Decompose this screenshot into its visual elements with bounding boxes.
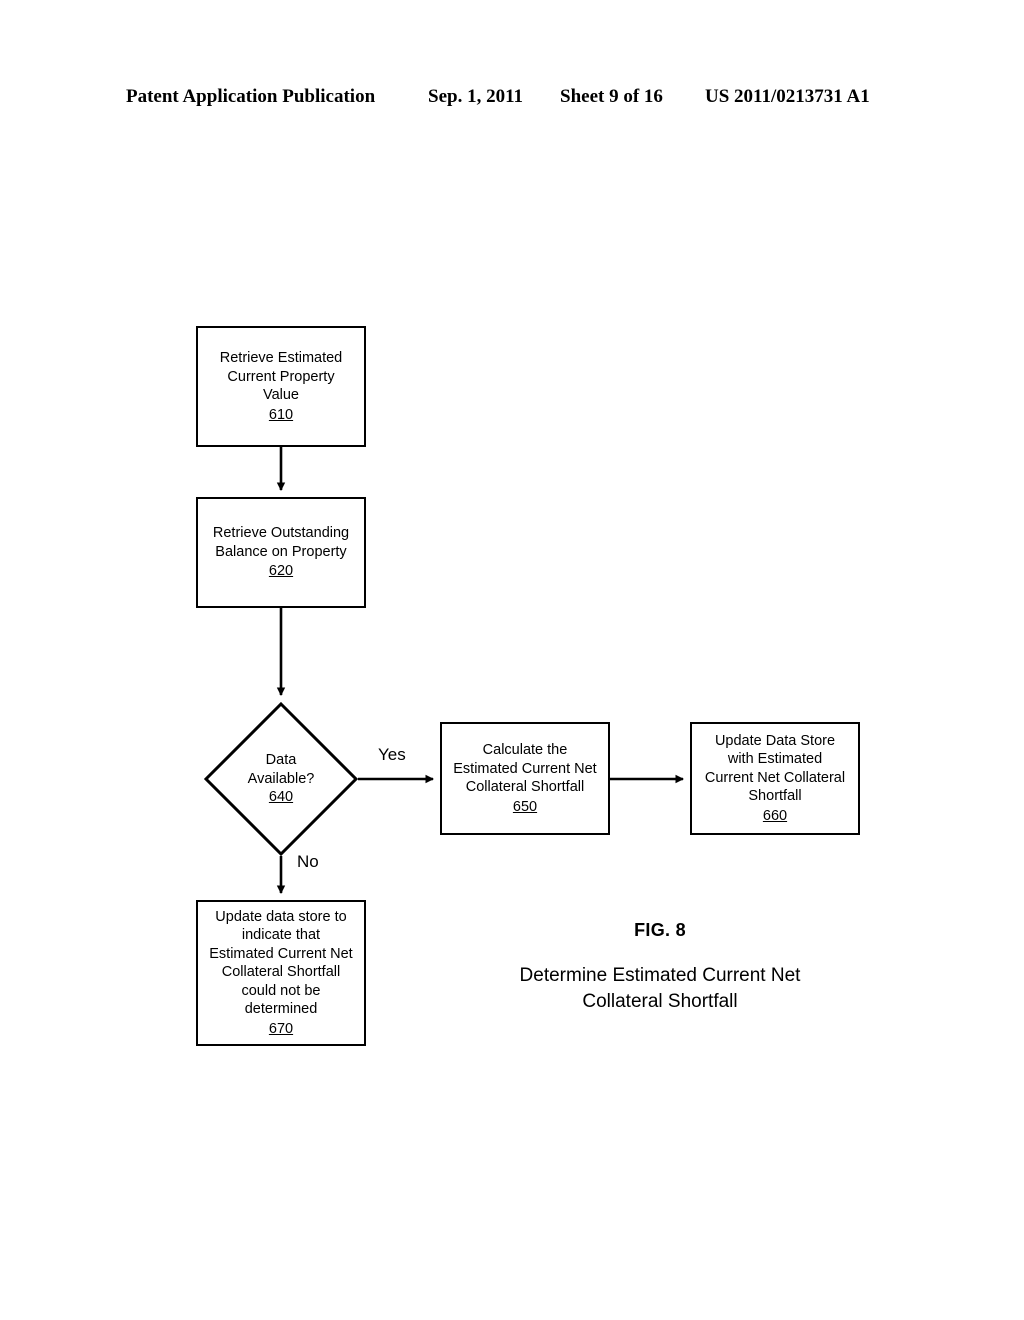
figure-number: FIG. 8	[634, 920, 686, 940]
flow-node-660-line3: Current Net Collateral	[704, 769, 846, 786]
flow-node-670[interactable]: Update data store to indicate that Estim…	[196, 900, 366, 1046]
flow-node-660-ref: 660	[762, 807, 788, 824]
flow-node-620-line2: Balance on Property	[215, 543, 347, 560]
flow-node-620-ref: 620	[268, 563, 294, 580]
flow-node-650-line3: Collateral Shortfall	[465, 779, 585, 795]
flowchart-connectors	[276, 447, 684, 894]
flow-node-670-line4: Collateral Shortfall	[221, 964, 341, 981]
flow-node-670-line5: could not be	[241, 982, 321, 999]
flow-node-660-line2: with Estimated	[727, 751, 823, 768]
flow-node-650-line2: Estimated Current Net	[453, 760, 597, 777]
flow-node-610[interactable]: Retrieve Estimated Current Property Valu…	[196, 326, 366, 447]
flow-node-610-line1: Retrieve Estimated	[219, 350, 343, 366]
flow-node-670-line2: indicate that	[241, 927, 321, 944]
flow-node-660-line1: Update Data Store	[714, 732, 836, 749]
flow-node-670-line6: determined	[244, 1001, 318, 1018]
edge-label-no: No	[297, 852, 319, 871]
flow-node-610-line2: Current Property	[227, 368, 335, 385]
edge-label-yes: Yes	[378, 745, 406, 764]
flow-node-640-line2: Available?	[247, 770, 315, 787]
flow-node-650-ref: 650	[512, 798, 538, 815]
flow-node-660[interactable]: Update Data Store with Estimated Current…	[690, 722, 860, 835]
figure-caption-line2: Collateral Shortfall	[582, 991, 738, 1012]
flow-node-610-line3: Value	[262, 387, 299, 403]
flowchart-figure: Retrieve Estimated Current Property Valu…	[0, 0, 1024, 1320]
flow-node-650-line1: Calculate the	[482, 742, 568, 758]
flow-node-620-line1: Retrieve Outstanding	[212, 525, 350, 542]
flow-node-640[interactable]: Data Available? 640	[204, 702, 358, 856]
flow-node-640-line1: Data	[265, 752, 297, 769]
flow-node-650[interactable]: Calculate the Estimated Current Net Coll…	[440, 722, 610, 835]
figure-caption-line1: Determine Estimated Current Net	[519, 965, 801, 986]
flow-node-670-line1: Update data store to	[215, 908, 347, 925]
figure-caption: Determine Estimated Current Net Collater…	[440, 963, 880, 1015]
flow-node-660-line4: Shortfall	[748, 788, 802, 805]
flow-node-640-ref: 640	[268, 789, 294, 806]
flow-node-620[interactable]: Retrieve Outstanding Balance on Property…	[196, 497, 366, 608]
flow-node-610-ref: 610	[268, 406, 294, 423]
flow-node-670-ref: 670	[268, 1020, 294, 1037]
flow-node-640-label: Data Available? 640	[204, 702, 358, 856]
flow-node-670-line3: Estimated Current Net	[209, 945, 353, 962]
